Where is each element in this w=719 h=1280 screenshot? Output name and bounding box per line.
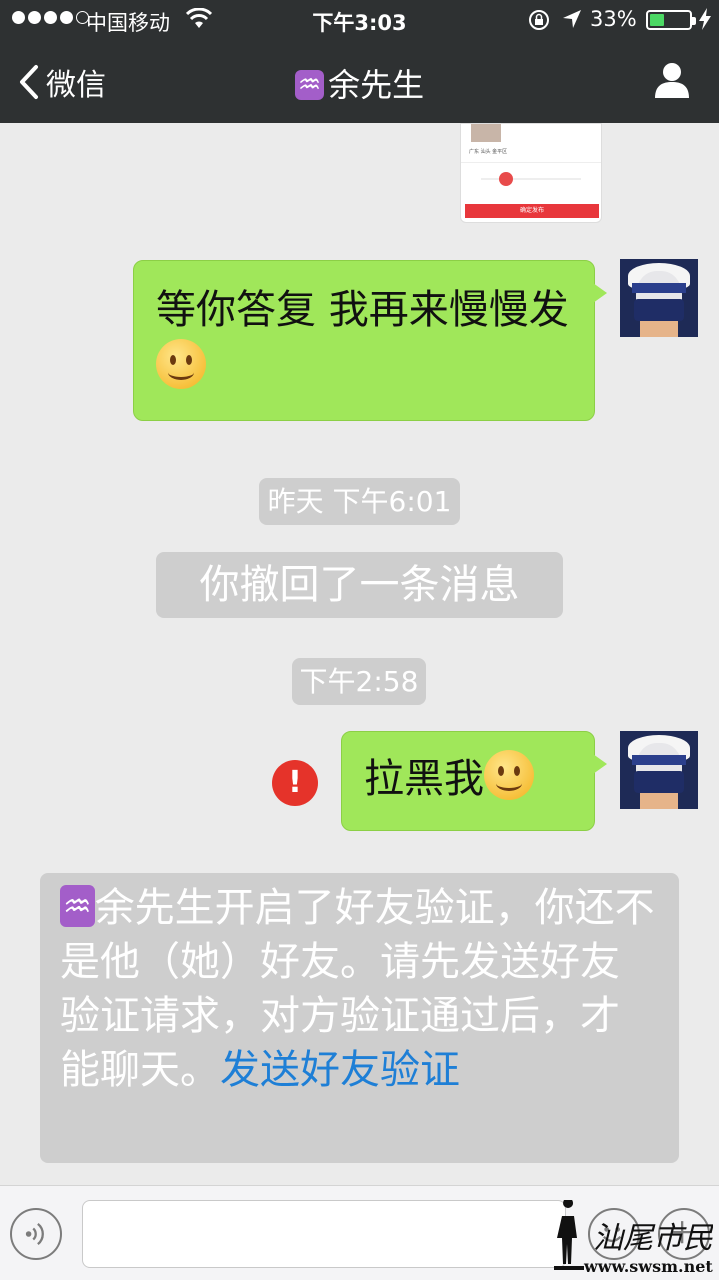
message-bubble[interactable]: 等你答复 我再来慢慢发	[133, 260, 607, 421]
watermark-url: www.swsm.net	[583, 1257, 713, 1276]
thumb-slider-knob	[499, 172, 513, 186]
contact-name: 余先生	[328, 66, 425, 104]
recall-notice: 你撤回了一条消息	[156, 552, 563, 618]
timestamp: 昨天 下午6:01	[259, 478, 460, 525]
chat-title: ♒ 余先生	[0, 60, 719, 106]
thumb-submit-button: 确定发布	[465, 204, 599, 218]
send-failed-icon[interactable]: !	[272, 760, 318, 806]
send-verification-link[interactable]: 发送好友验证	[220, 1047, 460, 1093]
message-bubble[interactable]: 拉黑我	[341, 731, 607, 831]
message-input[interactable]	[82, 1200, 566, 1268]
thumb-location: 广东 汕头 金平区	[469, 149, 508, 155]
message-text: 等你答复 我再来慢慢发	[156, 287, 569, 333]
watermark-logo: 汕尾市民网 www.swsm.net	[554, 1200, 713, 1276]
aquarius-icon: ♒	[60, 885, 95, 927]
smile-emoji-icon	[156, 339, 206, 389]
avatar[interactable]	[620, 259, 698, 337]
voice-icon	[25, 1222, 44, 1246]
battery-percent: 33%	[590, 7, 637, 31]
thinking-emoji-icon	[484, 750, 534, 800]
timestamp: 下午2:58	[292, 658, 426, 705]
charging-bolt-icon	[699, 8, 711, 30]
profile-icon[interactable]	[653, 61, 691, 99]
image-message[interactable]: 广东 汕头 金平区 确定发布	[460, 123, 602, 223]
location-icon	[563, 10, 581, 28]
rotation-lock-icon	[529, 10, 549, 30]
system-notice: ♒余先生开启了好友验证，你还不是他（她）好友。请先发送好友验证请求，对方验证通过…	[40, 873, 679, 1163]
message-text: 拉黑我	[364, 756, 484, 802]
status-bar: 中国移动 下午3:03 33%	[0, 0, 719, 40]
watermark-text: 汕尾市民网	[593, 1221, 713, 1256]
thumb-image	[471, 124, 501, 142]
top-bar: 中国移动 下午3:03 33% 微信 ♒ 余先生	[0, 0, 719, 123]
battery-icon	[646, 10, 696, 30]
navigation-bar: 微信 ♒ 余先生	[0, 40, 719, 123]
chat-area[interactable]: 广东 汕头 金平区 确定发布 等你答复 我再来慢慢发 昨天 下午6:01 你撤回…	[0, 123, 719, 1185]
voice-button[interactable]	[10, 1208, 62, 1260]
avatar[interactable]	[620, 731, 698, 809]
aquarius-icon: ♒	[294, 70, 325, 100]
